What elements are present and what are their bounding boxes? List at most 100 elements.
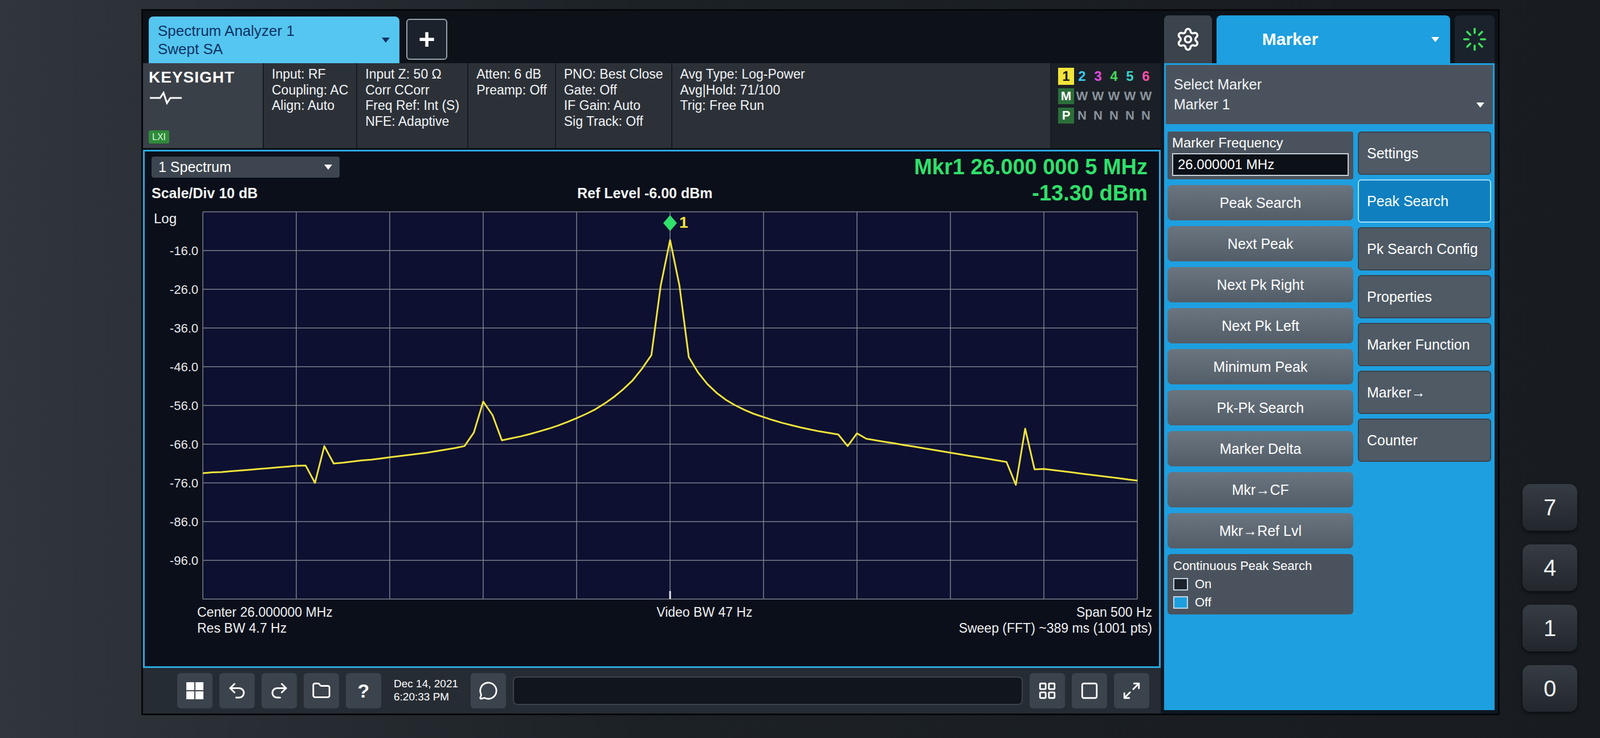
select-value: Marker 1 xyxy=(1173,96,1231,113)
setting-text: Gate: Off xyxy=(564,82,664,99)
app-tab[interactable]: Spectrum Analyzer 1Swept SA xyxy=(148,16,400,64)
trace-number[interactable]: 3 xyxy=(1090,67,1106,85)
keypad-key[interactable]: 1 xyxy=(1522,605,1578,652)
softkey-button[interactable]: Next Pk Left xyxy=(1167,308,1354,344)
grid-line xyxy=(202,366,1138,368)
marker-level: -13.30 dBm xyxy=(1031,181,1153,206)
settings-button[interactable] xyxy=(1164,15,1212,64)
side-tab[interactable]: Pk Search Config xyxy=(1357,227,1492,271)
trace-number[interactable]: 5 xyxy=(1121,67,1138,85)
y-tick: -96.0 xyxy=(169,553,199,569)
windows-icon xyxy=(185,681,205,701)
settings-column[interactable]: Avg Type: Log-PowerAvg|Hold: 71/100Trig:… xyxy=(671,63,1051,149)
trace-number[interactable]: 1 xyxy=(1058,67,1075,85)
help-button[interactable]: ? xyxy=(345,673,382,709)
side-tab[interactable]: Settings xyxy=(1357,131,1492,175)
spectrum-graph[interactable]: Log-16.0-26.0-36.0-46.0-56.0-66.0-76.0-8… xyxy=(151,206,1144,606)
frequency-input[interactable]: 26.000001 MHz xyxy=(1172,153,1349,177)
softkey-button[interactable]: Next Peak xyxy=(1167,226,1354,262)
side-tabs: SettingsPeak SearchPk Search ConfigPrope… xyxy=(1357,131,1492,706)
softkey-button[interactable]: Marker Delta xyxy=(1167,431,1354,467)
chart-subheader: Scale/Div 10 dBRef Level -6.00 dBm-13.30… xyxy=(151,180,1153,207)
folder-icon xyxy=(311,681,332,701)
setting-text: PNO: Best Close xyxy=(564,66,664,83)
add-button[interactable]: + xyxy=(406,18,448,60)
start-button[interactable] xyxy=(177,673,213,709)
side-tab[interactable]: Marker→ xyxy=(1357,370,1492,415)
dropdown-icon xyxy=(323,163,333,171)
side-tab[interactable]: Marker Function xyxy=(1357,323,1492,367)
setting-text: Coupling: AC xyxy=(271,82,349,99)
select-marker[interactable]: Select MarkerMarker 1 xyxy=(1164,63,1495,126)
message-button[interactable] xyxy=(470,673,506,709)
brand-cell: KEYSIGHTLXI xyxy=(143,63,263,149)
side-tab[interactable]: Peak Search xyxy=(1357,179,1492,223)
main-area: Spectrum Analyzer 1Swept SA+KEYSIGHTLXII… xyxy=(143,10,1161,714)
grid-line xyxy=(202,327,1138,329)
trace-grid[interactable]: 123456MWWWWWPNNNNN xyxy=(1050,63,1161,149)
setting-text: Trig: Free Run xyxy=(680,98,1043,114)
radio-option[interactable]: On xyxy=(1173,577,1348,593)
continuous-label: Continuous Peak Search xyxy=(1173,558,1348,574)
dropdown-icon xyxy=(1475,101,1485,109)
chart-footer: Center 26.000000 MHzVideo BW 47 HzSpan 5… xyxy=(151,605,1153,622)
settings-column[interactable]: Input Z: 50 ΩCorr CCorrFreq Ref: Int (S)… xyxy=(356,63,468,149)
trace-detector: N xyxy=(1121,107,1138,124)
softkey-button[interactable]: Mkr→CF xyxy=(1167,472,1354,508)
file-button[interactable] xyxy=(303,673,340,709)
y-tick: -26.0 xyxy=(169,282,199,297)
softkey-button[interactable]: Minimum Peak xyxy=(1167,349,1354,385)
layout-single-icon xyxy=(1079,681,1100,701)
trace-type: W xyxy=(1105,88,1122,105)
trace-number[interactable]: 4 xyxy=(1105,67,1122,85)
busy-indicator xyxy=(1454,15,1495,64)
settings-column[interactable]: PNO: Best CloseGate: OffIF Gain: AutoSig… xyxy=(554,63,672,149)
undo-button[interactable] xyxy=(219,673,255,709)
y-tick: -46.0 xyxy=(169,360,199,375)
dropdown-icon xyxy=(1430,35,1440,43)
redo-icon xyxy=(268,680,290,702)
radio-option[interactable]: Off xyxy=(1173,595,1348,611)
gear-icon xyxy=(1175,26,1201,52)
sweep: Sweep (FFT) ~389 ms (1001 pts) xyxy=(958,621,1153,638)
setting-text: Avg Type: Log-Power xyxy=(680,66,1043,83)
layout-grid-button[interactable] xyxy=(1029,673,1065,709)
y-tick: -86.0 xyxy=(169,515,199,530)
setting-text: Sig Track: Off xyxy=(564,113,664,130)
fullscreen-button[interactable] xyxy=(1113,673,1150,709)
video-bw: Video BW 47 Hz xyxy=(656,605,753,622)
menu-tab[interactable]: Marker xyxy=(1216,15,1451,64)
y-tick: -36.0 xyxy=(169,321,199,336)
scale-div: Scale/Div 10 dB xyxy=(151,185,258,202)
trace-number[interactable]: 6 xyxy=(1137,67,1154,85)
setting-text: Input Z: 50 Ω xyxy=(365,66,460,83)
softkey-button[interactable]: Next Pk Right xyxy=(1167,267,1354,303)
softkey-button[interactable]: Peak Search xyxy=(1167,185,1354,221)
softkey-column: Marker Frequency26.000001 MHzPeak Search… xyxy=(1167,131,1354,706)
softkey-button[interactable]: Pk-Pk Search xyxy=(1167,390,1354,426)
radio-mark xyxy=(1173,596,1189,610)
y-tick: -76.0 xyxy=(169,476,199,491)
trace-line xyxy=(202,240,1138,486)
keypad-key[interactable]: 4 xyxy=(1522,544,1578,592)
keysight-logo-icon xyxy=(148,90,183,106)
top-bar: Spectrum Analyzer 1Swept SA+ xyxy=(143,10,1161,64)
settings-column[interactable]: Atten: 6 dBPreamp: Off xyxy=(467,63,555,149)
window-selector[interactable]: 1 Spectrum xyxy=(151,156,340,178)
app-title: Spectrum Analyzer 1 xyxy=(157,21,295,41)
side-tab[interactable]: Properties xyxy=(1357,275,1492,319)
setting-text: NFE: Adaptive xyxy=(365,113,460,130)
keypad-key[interactable]: 0 xyxy=(1522,665,1578,713)
layout-single-button[interactable] xyxy=(1071,673,1108,709)
marker-diamond-icon[interactable] xyxy=(663,215,677,232)
trace-type: W xyxy=(1090,88,1106,105)
settings-column[interactable]: Input: RFCoupling: ACAlign: Auto xyxy=(262,63,357,149)
redo-button[interactable] xyxy=(261,673,297,709)
trace-number[interactable]: 2 xyxy=(1074,67,1091,85)
setting-text: Freq Ref: Int (S) xyxy=(365,98,460,114)
setting-text: Avg|Hold: 71/100 xyxy=(680,82,1043,99)
keypad-key[interactable]: 7 xyxy=(1522,484,1578,532)
side-tab[interactable]: Counter xyxy=(1357,418,1492,463)
setting-text: Corr CCorr xyxy=(365,82,460,99)
softkey-button[interactable]: Mkr→Ref Lvl xyxy=(1167,513,1354,549)
